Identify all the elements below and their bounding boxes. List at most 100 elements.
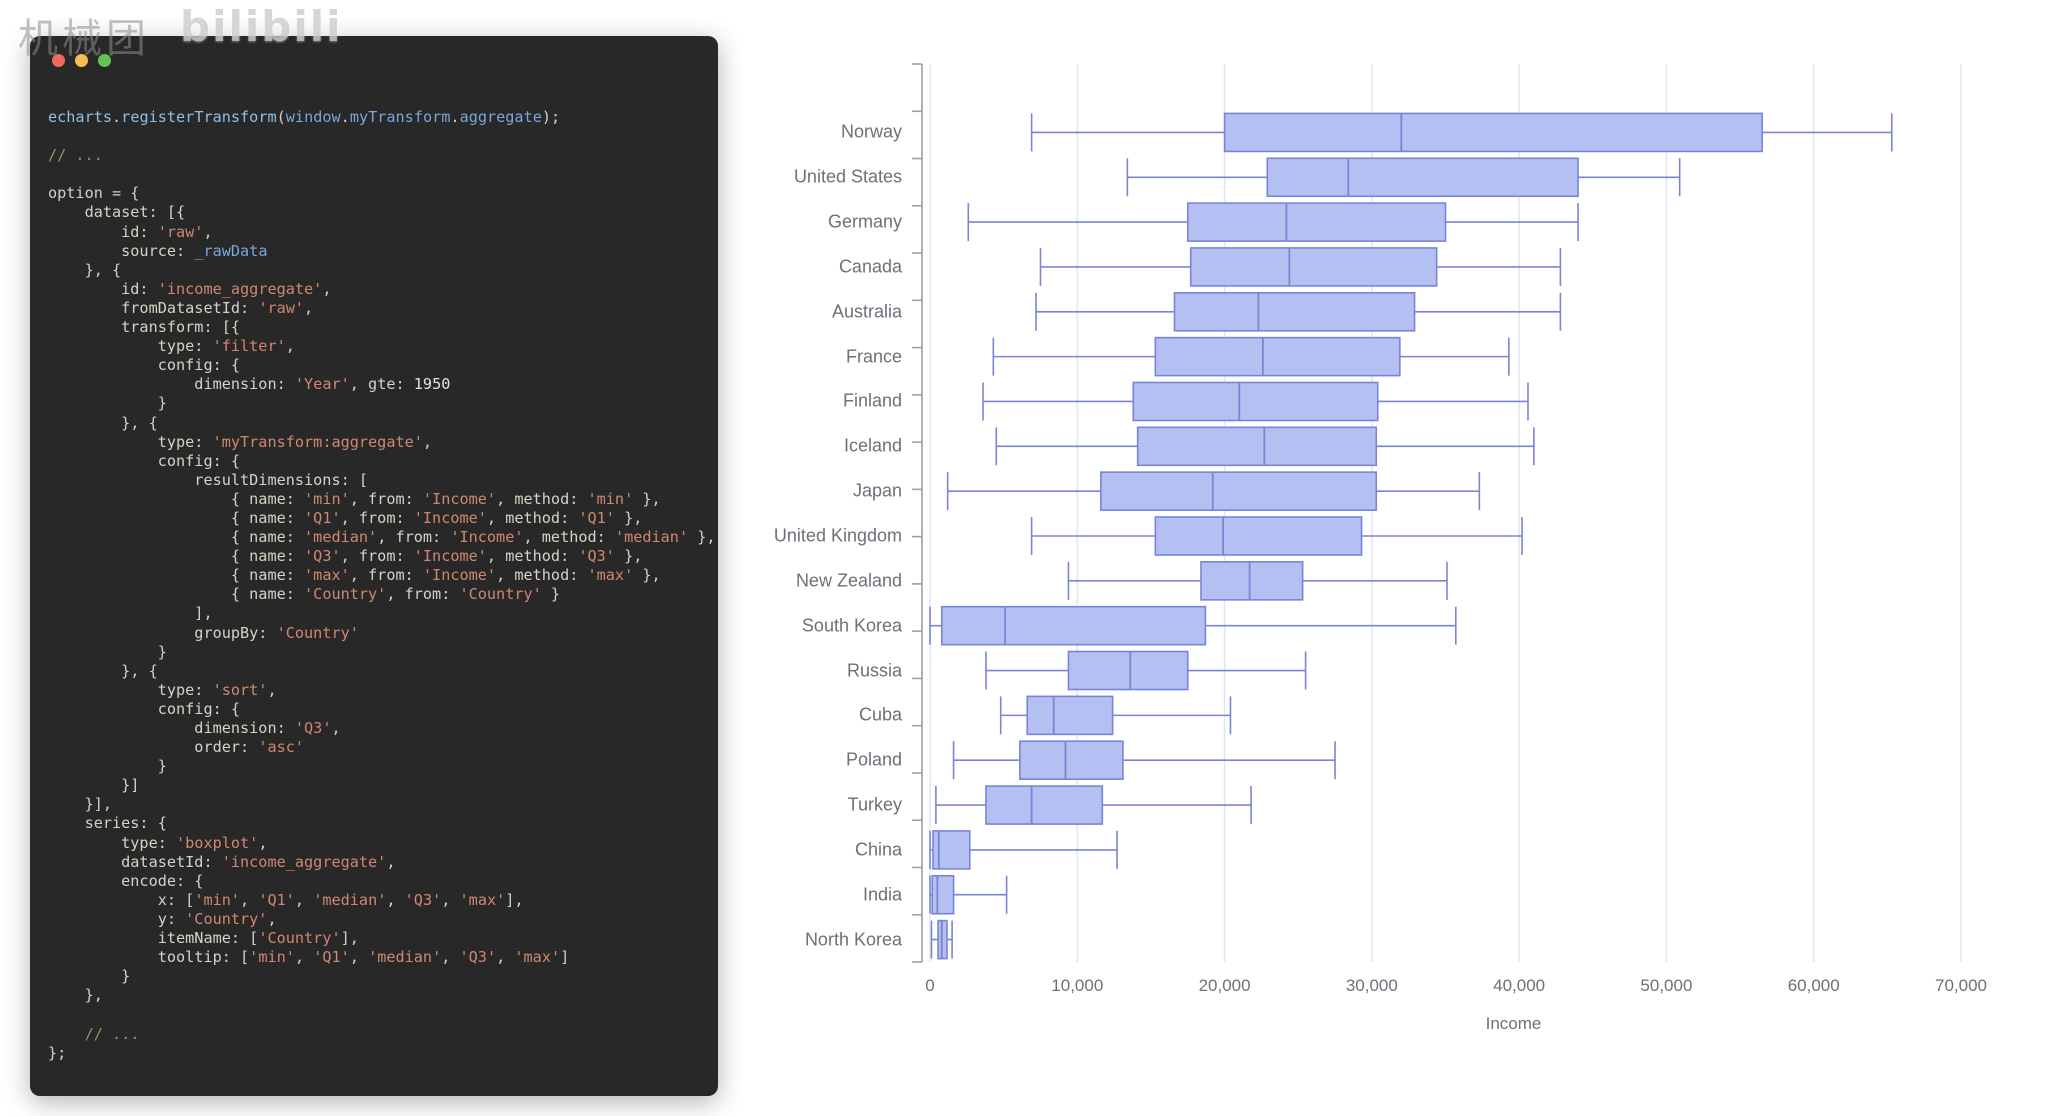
code-line: fromDatasetId: 'raw', <box>48 298 314 317</box>
boxplot-chart: Norway United States Germany Canada Australi… <box>720 0 2054 1116</box>
code-line: } <box>48 394 167 413</box>
y-axis-label: Finland <box>842 390 902 411</box>
boxplot-item[interactable] <box>930 919 953 960</box>
y-axis-label: Iceland <box>843 435 902 456</box>
close-icon[interactable] <box>52 54 65 67</box>
code-editor-window: echarts.registerTransform(window.myTrans… <box>30 36 718 1096</box>
boxplot-item[interactable] <box>992 336 1510 377</box>
y-axis-label: India <box>862 884 902 905</box>
box-rect <box>1173 291 1416 332</box>
box-rect <box>1136 426 1378 467</box>
x-axis-tick-label: 40,000 <box>1493 976 1546 995</box>
code-line: }, { <box>48 260 122 279</box>
box-rect <box>940 605 1207 646</box>
code-line: datasetId: 'income_aggregate', <box>48 852 396 871</box>
code-line: { name: 'min', from: 'Income', method: '… <box>48 489 661 508</box>
code-line: type: 'myTransform:aggregate', <box>48 432 433 451</box>
minimize-icon[interactable] <box>75 54 88 67</box>
box-rect <box>1026 695 1114 736</box>
x-axis-title: Income <box>1485 1014 1542 1033</box>
code-line: series: { <box>48 814 167 833</box>
boxplot-item[interactable] <box>999 695 1232 736</box>
code-block: echarts.registerTransform(window.myTrans… <box>30 88 718 1096</box>
y-axis-label: Norway <box>840 121 902 142</box>
y-axis-label: United Kingdom <box>773 525 902 546</box>
boxplot-item[interactable] <box>985 650 1307 691</box>
y-axis-label: Canada <box>838 256 902 277</box>
code-line: source: _rawData <box>48 241 268 260</box>
x-axis-tick-label: 30,000 <box>1345 976 1398 995</box>
y-axis-label: Russia <box>846 660 902 681</box>
code-line: config: { <box>48 356 241 375</box>
code-line: // ... <box>48 146 103 165</box>
code-line: echarts.registerTransform(window.myTrans… <box>48 108 561 126</box>
code-line: dimension: 'Year', gte: 1950 <box>48 375 451 394</box>
window-traffic-lights <box>52 54 111 67</box>
boxplot-item[interactable] <box>1039 247 1562 287</box>
code-line: }] <box>48 776 140 795</box>
boxplot-item[interactable] <box>1030 112 1893 153</box>
zoom-icon[interactable] <box>98 54 111 67</box>
code-line: option = { <box>48 184 140 203</box>
x-axis-tick-label: 0 <box>925 976 935 995</box>
box-rect <box>1019 740 1124 781</box>
code-line: }, { <box>48 413 158 432</box>
box-rect <box>1100 471 1378 511</box>
boxplot-item[interactable] <box>1030 516 1523 556</box>
y-axis-label: United States <box>793 166 902 187</box>
boxplot-item[interactable] <box>982 381 1529 422</box>
code-line: { name: 'max', from: 'Income', method: '… <box>48 566 661 585</box>
box-rect <box>1067 650 1189 691</box>
code-line: resultDimensions: [ <box>48 470 369 489</box>
boxplot-item[interactable] <box>952 740 1336 781</box>
x-axis-tick-label: 10,000 <box>1051 976 1104 995</box>
y-axis-label: France <box>845 346 902 367</box>
box-rect <box>1189 247 1438 287</box>
boxplot-item[interactable] <box>929 830 1118 870</box>
boxplot-item[interactable] <box>967 202 1579 242</box>
code-line: // ... <box>48 1024 140 1043</box>
box-rect <box>1154 336 1401 377</box>
code-line: transform: [{ <box>48 318 241 337</box>
x-axis-tick-label: 60,000 <box>1787 976 1840 995</box>
x-axis-tick-label: 50,000 <box>1640 976 1693 995</box>
code-line: config: { <box>48 451 241 470</box>
boxplot-item[interactable] <box>1067 561 1448 601</box>
box-rect <box>931 874 955 915</box>
box-rect <box>985 785 1104 825</box>
code-line: type: 'boxplot', <box>48 833 268 852</box>
code-line: id: 'raw', <box>48 222 213 241</box>
y-axis-ticks <box>912 63 922 963</box>
boxplot-item[interactable] <box>929 874 1008 915</box>
y-axis-label: Japan <box>852 480 902 501</box>
code-line: }, { <box>48 661 158 680</box>
y-axis-label: New Zealand <box>795 570 902 591</box>
code-line: } <box>48 642 167 661</box>
code-line: }], <box>48 795 113 814</box>
code-line: x: ['min', 'Q1', 'median', 'Q3', 'max'], <box>48 890 524 909</box>
code-line: }; <box>48 1043 67 1062</box>
box-rect <box>1266 157 1579 198</box>
y-axis-label: Australia <box>831 301 902 322</box>
boxplot-item[interactable] <box>929 605 1457 646</box>
code-line: } <box>48 757 167 776</box>
code-line: { name: 'Country', from: 'Country' } <box>48 585 561 604</box>
code-line: }, <box>48 986 103 1005</box>
code-line: dataset: [{ <box>48 203 186 222</box>
code-line: ], <box>48 604 213 623</box>
boxplot-item[interactable] <box>1035 291 1562 332</box>
y-axis-label: South Korea <box>801 615 902 636</box>
boxplot-item[interactable] <box>935 785 1252 825</box>
boxplot-svg <box>912 63 1962 963</box>
code-line: { name: 'median', from: 'Income', method… <box>48 528 716 547</box>
x-axis-tick-label: 20,000 <box>1198 976 1251 995</box>
code-line: id: 'income_aggregate', <box>48 279 332 298</box>
box-rect <box>1154 516 1363 556</box>
boxplot-item[interactable] <box>946 471 1481 511</box>
x-axis-tick-label: 70,000 <box>1935 976 1987 995</box>
y-axis-label: China <box>854 839 902 860</box>
boxplot-item[interactable] <box>1126 157 1681 198</box>
